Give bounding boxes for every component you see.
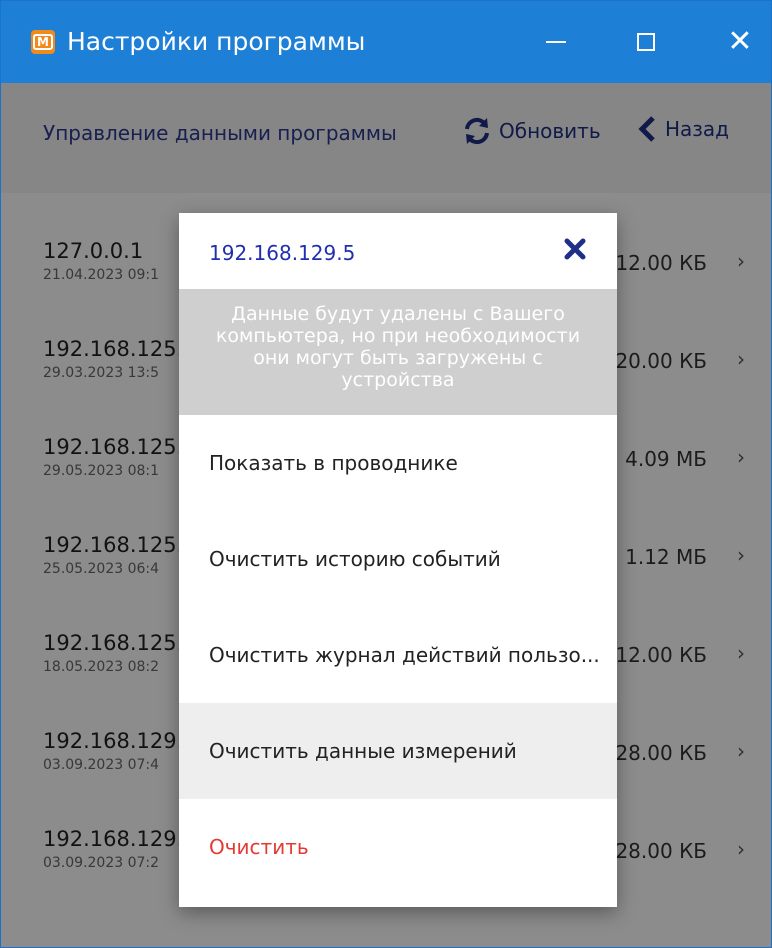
minimize-button[interactable] bbox=[531, 19, 581, 65]
dialog-title: 192.168.129.5 bbox=[209, 241, 356, 265]
show-in-explorer-item[interactable]: Показать в проводнике bbox=[179, 415, 617, 511]
clear-user-action-log-item[interactable]: Очистить журнал действий пользо... bbox=[179, 607, 617, 703]
dialog-close-button[interactable] bbox=[559, 233, 591, 265]
app-logo-icon: M bbox=[31, 30, 55, 54]
clear-all-item[interactable]: Очистить bbox=[179, 799, 617, 895]
dialog-warning-note: Данные будут удалены с Вашего компьютера… bbox=[179, 289, 617, 415]
window-title: Настройки программы bbox=[67, 27, 366, 56]
minimize-icon bbox=[546, 41, 566, 43]
title-bar[interactable]: M Настройки программы ✕ bbox=[1, 1, 771, 83]
close-icon: ✕ bbox=[727, 24, 753, 59]
maximize-icon bbox=[637, 33, 655, 51]
clear-event-history-item[interactable]: Очистить историю событий bbox=[179, 511, 617, 607]
settings-window: M Настройки программы ✕ Управление данны… bbox=[0, 0, 772, 948]
maximize-button[interactable] bbox=[621, 19, 671, 65]
clear-measurement-data-item[interactable]: Очистить данные измерений bbox=[179, 703, 617, 799]
dialog-header: 192.168.129.5 bbox=[179, 213, 617, 289]
close-window-button[interactable]: ✕ bbox=[715, 19, 765, 65]
device-actions-dialog: 192.168.129.5 Данные будут удалены с Ваш… bbox=[179, 213, 617, 907]
close-icon bbox=[564, 238, 586, 260]
